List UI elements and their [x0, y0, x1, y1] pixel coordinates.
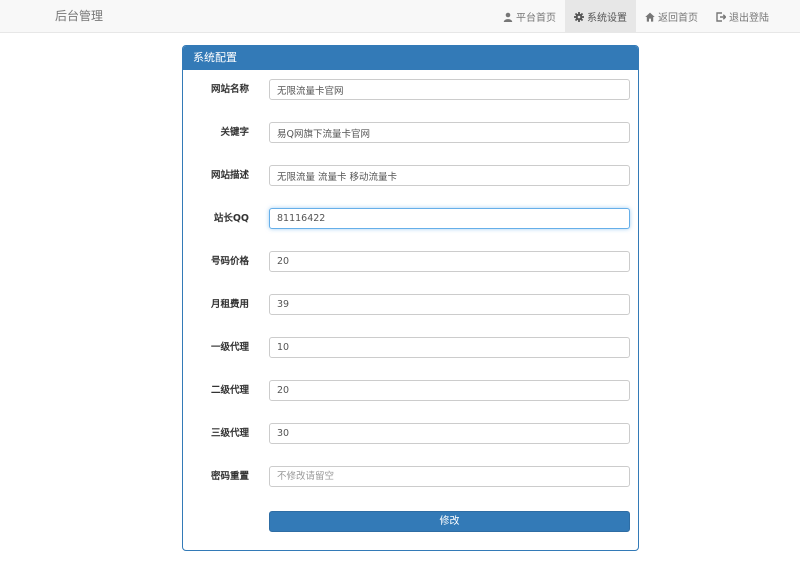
top-navbar: 后台管理 平台首页 系统设置 返回首页 退出登陆	[0, 0, 800, 33]
form-row-level3-agent: 三级代理	[183, 423, 638, 444]
form-row-admin-qq: 站长QQ	[183, 208, 638, 229]
monthly-fee-input[interactable]	[269, 294, 630, 315]
form-row-site-name: 网站名称	[183, 79, 638, 100]
nav-item-platform-home[interactable]: 平台首页	[494, 0, 565, 33]
form-row-monthly-fee: 月租费用	[183, 294, 638, 315]
nav-item-label: 返回首页	[658, 13, 698, 24]
monthly-fee-label: 月租费用	[210, 299, 249, 310]
number-price-label: 号码价格	[210, 256, 249, 267]
number-price-input[interactable]	[269, 251, 630, 272]
nav-item-system-settings[interactable]: 系统设置	[565, 0, 636, 33]
system-config-panel: 系统配置 网站名称 关键字 网站描述 站长QQ 号码价格 月租费用 一级代理 二…	[182, 45, 639, 551]
form-row-level2-agent: 二级代理	[183, 380, 638, 401]
site-description-label: 网站描述	[210, 170, 249, 181]
admin-qq-label: 站长QQ	[213, 213, 249, 224]
form-row-site-description: 网站描述	[183, 165, 638, 186]
level1-agent-input[interactable]	[269, 337, 630, 358]
logout-icon	[716, 11, 726, 22]
level3-agent-input[interactable]	[269, 423, 630, 444]
gear-icon	[574, 11, 584, 22]
admin-qq-input[interactable]	[269, 208, 630, 229]
panel-title: 系统配置	[183, 46, 638, 70]
password-reset-label: 密码重置	[210, 471, 249, 482]
brand-title[interactable]: 后台管理	[55, 0, 103, 33]
level2-agent-label: 二级代理	[210, 385, 249, 396]
submit-button[interactable]: 修改	[269, 511, 630, 532]
form-row-number-price: 号码价格	[183, 251, 638, 272]
level2-agent-input[interactable]	[269, 380, 630, 401]
site-name-input[interactable]	[269, 79, 630, 100]
nav-item-label: 平台首页	[516, 13, 556, 24]
site-name-label: 网站名称	[210, 84, 249, 95]
nav-item-label: 系统设置	[587, 13, 627, 24]
form-row-level1-agent: 一级代理	[183, 337, 638, 358]
nav-menu: 平台首页 系统设置 返回首页 退出登陆	[494, 0, 778, 33]
keywords-input[interactable]	[269, 122, 630, 143]
password-reset-input[interactable]	[269, 466, 630, 487]
user-icon	[503, 12, 513, 22]
level1-agent-label: 一级代理	[210, 342, 249, 353]
nav-item-back-home[interactable]: 返回首页	[636, 0, 707, 33]
site-description-input[interactable]	[269, 165, 630, 186]
keywords-label: 关键字	[220, 127, 249, 138]
nav-item-logout[interactable]: 退出登陆	[707, 0, 778, 33]
home-icon	[645, 12, 655, 22]
form-row-keywords: 关键字	[183, 122, 638, 143]
form-row-password-reset: 密码重置	[183, 466, 638, 487]
nav-item-label: 退出登陆	[729, 13, 769, 24]
level3-agent-label: 三级代理	[210, 428, 249, 439]
